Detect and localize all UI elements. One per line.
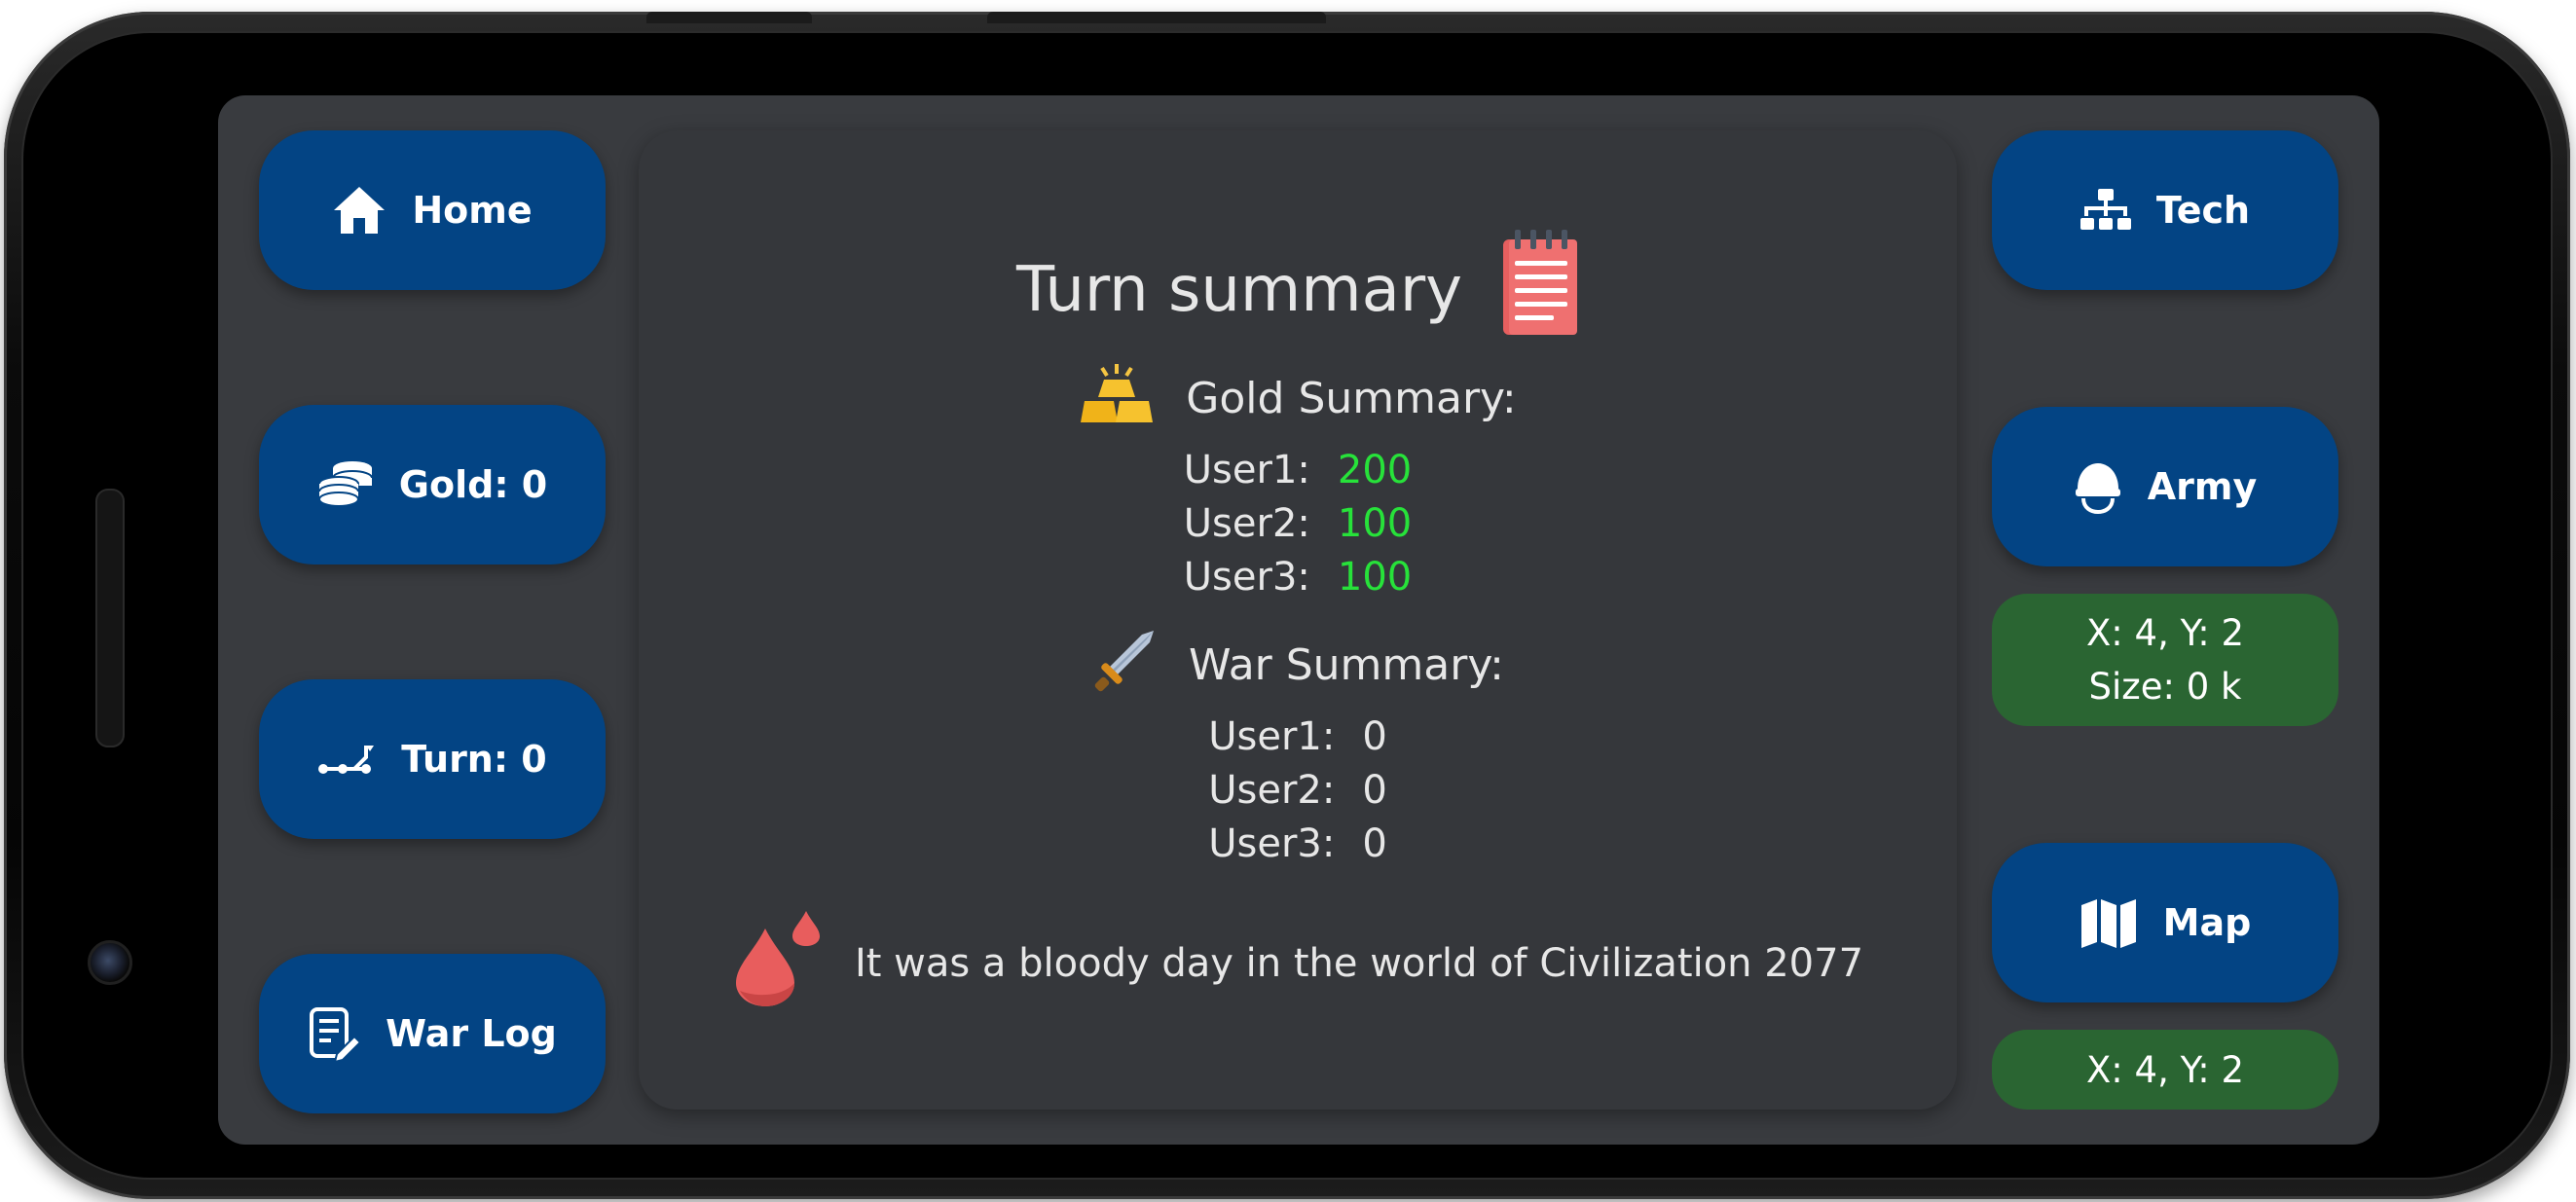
- app-screen: Home Gold: 0 Turn: 0 War Log Turn summar…: [218, 95, 2379, 1145]
- sword-icon: [1091, 627, 1158, 704]
- gold-row: User2: 100: [639, 501, 1957, 546]
- war-row-value: 0: [1362, 714, 1387, 759]
- tech-button[interactable]: Tech: [1992, 130, 2338, 290]
- volume-button: [646, 12, 812, 23]
- sitemap-icon: [2079, 187, 2131, 234]
- turn-summary-panel: Turn summary Gold Summary: User1: 200 Us…: [639, 130, 1957, 1110]
- map-label: Map: [2162, 901, 2252, 944]
- war-row-value: 0: [1362, 768, 1387, 813]
- summary-message: It was a bloody day in the world of Civi…: [854, 941, 1864, 986]
- army-button[interactable]: Army: [1992, 407, 2338, 566]
- summary-message-row: It was a bloody day in the world of Civi…: [639, 909, 1957, 1018]
- map-icon: [2079, 895, 2138, 950]
- blood-drops-icon: [732, 909, 822, 1018]
- gold-row-value: 200: [1337, 448, 1413, 492]
- speaker-grille: [95, 489, 125, 747]
- gold-row-user: User2:: [1183, 501, 1310, 546]
- war-row-user: User3:: [1208, 821, 1336, 866]
- gold-row: User3: 100: [639, 555, 1957, 600]
- gold-row: User1: 200: [639, 448, 1957, 492]
- army-coords: X: 4, Y: 2: [2085, 612, 2245, 654]
- coins-icon: [317, 458, 374, 511]
- map-button[interactable]: Map: [1992, 843, 2338, 1002]
- gold-row-user: User1:: [1183, 448, 1310, 492]
- turn-button[interactable]: Turn: 0: [259, 679, 606, 839]
- war-log-button[interactable]: War Log: [259, 954, 606, 1113]
- war-log-label: War Log: [386, 1012, 557, 1055]
- page-title: Turn summary: [1015, 254, 1463, 326]
- war-log-icon: [308, 1005, 361, 1062]
- war-row: User3: 0: [639, 821, 1957, 866]
- phone-frame: Home Gold: 0 Turn: 0 War Log Turn summar…: [4, 12, 2570, 1199]
- map-info-box: X: 4, Y: 2: [1992, 1030, 2338, 1110]
- army-info-box: X: 4, Y: 2 Size: 0 k: [1992, 594, 2338, 726]
- home-label: Home: [412, 189, 533, 232]
- gold-bars-icon: [1079, 362, 1155, 435]
- summary-title-row: Turn summary: [639, 228, 1957, 352]
- helmet-icon: [2074, 459, 2122, 514]
- gold-label: Gold: 0: [398, 463, 548, 506]
- notepad-icon: [1501, 228, 1579, 352]
- home-icon: [332, 185, 386, 236]
- power-button: [987, 12, 1326, 23]
- turn-label: Turn: 0: [401, 738, 547, 781]
- gold-summary-heading: Gold Summary:: [639, 362, 1957, 435]
- tech-label: Tech: [2155, 189, 2251, 232]
- war-row: User1: 0: [639, 714, 1957, 759]
- gold-row-user: User3:: [1183, 555, 1310, 600]
- war-row-value: 0: [1362, 821, 1387, 866]
- war-row-user: User2:: [1208, 768, 1336, 813]
- turn-path-icon: [317, 742, 376, 777]
- army-label: Army: [2147, 465, 2258, 508]
- home-button[interactable]: Home: [259, 130, 606, 290]
- war-summary-heading: War Summary:: [639, 627, 1957, 704]
- war-row-user: User1:: [1208, 714, 1336, 759]
- war-summary-label: War Summary:: [1189, 640, 1504, 690]
- map-coords: X: 4, Y: 2: [2085, 1048, 2245, 1091]
- gold-button[interactable]: Gold: 0: [259, 405, 606, 565]
- war-row: User2: 0: [639, 768, 1957, 813]
- front-camera: [88, 940, 132, 985]
- gold-summary-label: Gold Summary:: [1186, 374, 1517, 423]
- gold-row-value: 100: [1337, 555, 1413, 600]
- gold-row-value: 100: [1337, 501, 1413, 546]
- army-size: Size: 0 k: [2088, 666, 2242, 708]
